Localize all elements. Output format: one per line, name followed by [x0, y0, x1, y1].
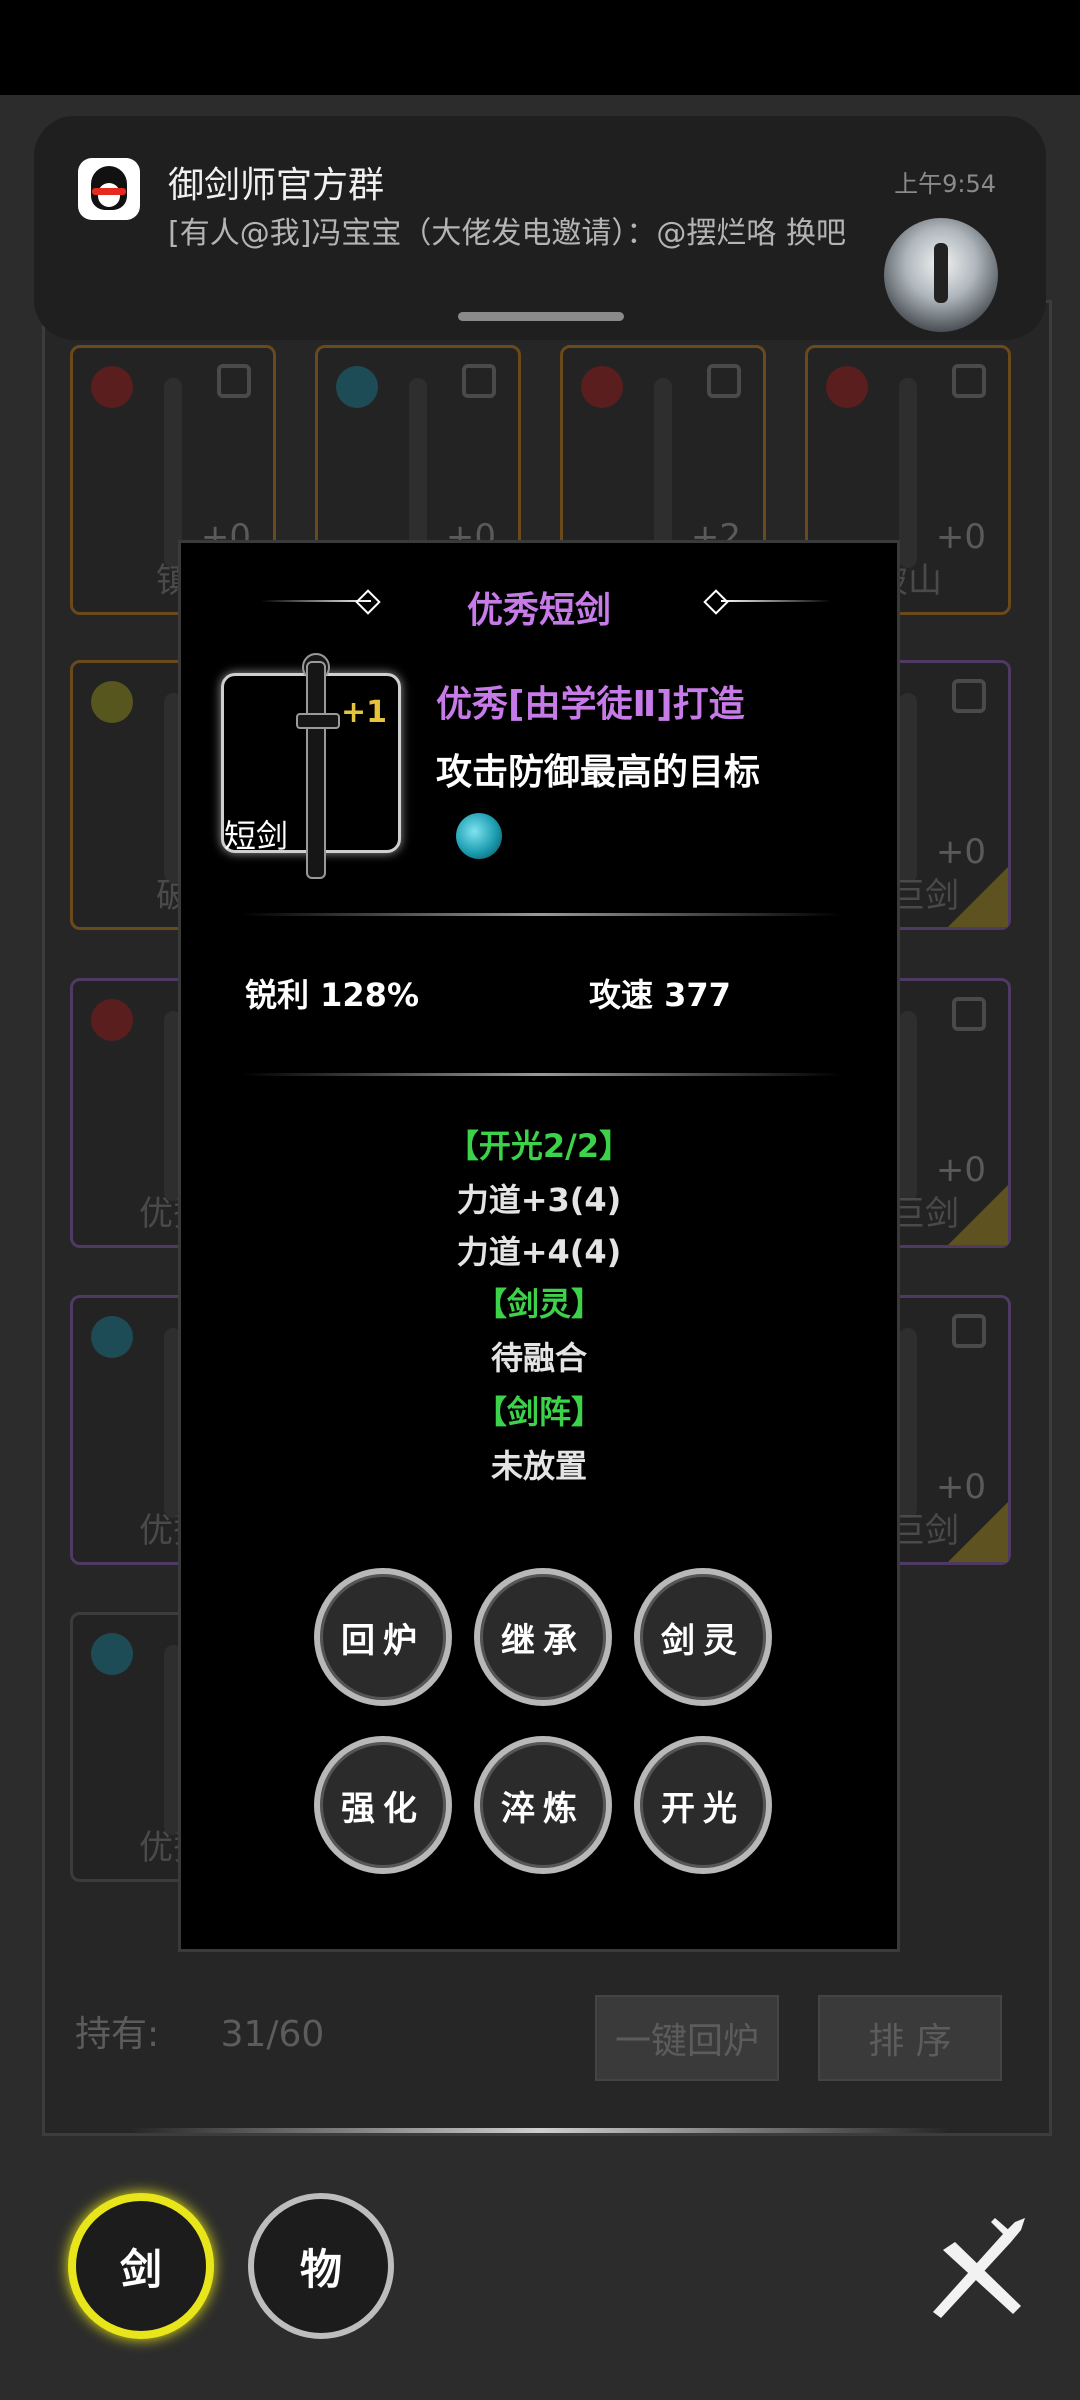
temper-button[interactable]: 淬炼	[474, 1736, 612, 1874]
attribute-line: 力道+3(4)	[456, 1181, 622, 1219]
sharpness-stat: 锐利 128%	[245, 976, 420, 1014]
speed-stat: 攻速 377	[589, 976, 731, 1014]
sword-icon	[899, 1328, 917, 1518]
drag-handle[interactable]	[458, 312, 624, 321]
enhance-button[interactable]: 强化	[314, 1736, 452, 1874]
corner-flag	[948, 1185, 1008, 1245]
crossed-swords-icon[interactable]	[925, 2212, 1035, 2322]
divider	[241, 1073, 841, 1076]
lock-icon[interactable]	[462, 364, 496, 398]
tactic-line: 攻击防御最高的目标	[436, 752, 761, 793]
tab-item[interactable]: 物	[248, 2193, 394, 2339]
gem-icon	[91, 1316, 133, 1358]
notification-message: [有人@我]冯宝宝（大佬发电邀请）：@摆烂咯 换吧	[168, 216, 846, 251]
lock-icon[interactable]	[952, 997, 986, 1031]
notification-banner[interactable]: 御剑师官方群 上午9:54 [有人@我]冯宝宝（大佬发电邀请）：@摆烂咯 换吧	[34, 116, 1046, 340]
plus-level: +0	[935, 517, 986, 557]
plus-level: +0	[935, 832, 986, 872]
gem-icon	[91, 1633, 133, 1675]
recycle-all-button[interactable]: 一键回炉	[595, 1995, 779, 2081]
notification-time: 上午9:54	[894, 170, 996, 198]
panel-divider	[130, 2128, 950, 2133]
consecrate-button[interactable]: 开光	[634, 1736, 772, 1874]
sword-detail-dialog: 优秀短剑 +1 短剑 优秀[由学徒Ⅱ]打造 攻击防御最高的目标 锐利 128% …	[178, 540, 900, 1952]
notification-title: 御剑师官方群	[168, 165, 385, 206]
inherit-button[interactable]: 继承	[474, 1568, 612, 1706]
gem-icon	[91, 681, 133, 723]
plus-level: +0	[935, 1150, 986, 1190]
sort-button[interactable]: 排 序	[818, 1995, 1002, 2081]
lock-icon[interactable]	[952, 679, 986, 713]
hold-count: 持有: 31/60	[75, 2005, 374, 2057]
hold-value: 31/60	[220, 2014, 325, 2055]
qq-penguin-icon	[78, 158, 140, 220]
corner-flag	[948, 867, 1008, 927]
tab-sword[interactable]: 剑	[68, 2193, 214, 2339]
hold-label: 持有:	[75, 2014, 160, 2055]
gem-icon	[336, 366, 378, 408]
attribute-line: 待融合	[490, 1339, 587, 1377]
dialog-title: 优秀短剑	[466, 590, 611, 631]
sword-icon	[899, 378, 917, 568]
gem-icon	[826, 366, 868, 408]
section-header: 【剑灵】	[474, 1285, 603, 1323]
sword-icon	[899, 1011, 917, 1201]
sword-type: 短剑	[224, 817, 289, 855]
lock-icon[interactable]	[707, 364, 741, 398]
attribute-line: 力道+4(4)	[456, 1233, 622, 1271]
plus-level: +0	[935, 1467, 986, 1507]
lock-icon[interactable]	[952, 364, 986, 398]
recycle-button[interactable]: 回炉	[314, 1568, 452, 1706]
attribute-line: 未放置	[490, 1447, 587, 1485]
sword-guard-icon	[296, 713, 340, 729]
maker-line: 优秀[由学徒Ⅱ]打造	[436, 684, 745, 725]
short-sword-icon	[306, 661, 326, 879]
sword-icon	[899, 693, 917, 883]
corner-flag	[948, 1502, 1008, 1562]
plus-level: +1	[341, 695, 388, 730]
lock-icon[interactable]	[217, 364, 251, 398]
sword-spirit-button[interactable]: 剑灵	[634, 1568, 772, 1706]
section-header: 【剑阵】	[474, 1393, 603, 1431]
gem-icon	[91, 366, 133, 408]
avatar	[884, 218, 998, 332]
gem-icon	[91, 999, 133, 1041]
title-ornament	[721, 600, 831, 602]
status-bar	[0, 0, 1080, 95]
gem-icon	[581, 366, 623, 408]
cyan-orb-icon	[456, 813, 502, 859]
lock-icon[interactable]	[952, 1314, 986, 1348]
section-header: 【开光2/2】	[446, 1127, 632, 1165]
divider	[241, 913, 841, 916]
